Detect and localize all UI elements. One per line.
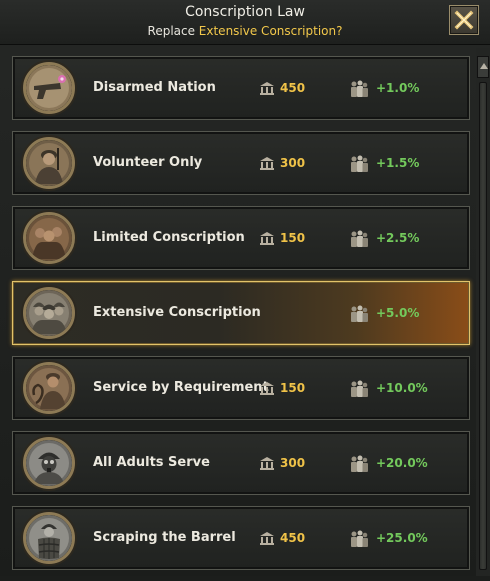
law-manpower-factor: +2.5%: [376, 231, 420, 245]
manpower-icon: [351, 305, 368, 322]
political-power-icon: [260, 532, 274, 545]
pistol-with-flower-icon: [23, 62, 75, 114]
conscription-law-window: Conscription Law Replace Extensive Consc…: [0, 0, 490, 576]
law-manpower-factor: +1.5%: [376, 156, 420, 170]
manpower-icon: [351, 80, 368, 97]
soldier-group-icon: [23, 212, 75, 264]
close-icon: [454, 10, 474, 30]
law-option-disarmed-nation[interactable]: Disarmed Nation 450 +1.0%: [12, 56, 470, 120]
political-power-icon: [260, 232, 274, 245]
scrollbar-thumb[interactable]: [479, 82, 487, 570]
law-manpower-factor: +5.0%: [376, 306, 420, 320]
manpower-icon: [351, 155, 368, 172]
scroll-up-button[interactable]: [477, 56, 489, 78]
law-manpower-factor: +25.0%: [376, 531, 428, 545]
law-manpower-factor: +10.0%: [376, 381, 428, 395]
law-option-service-by-requirement[interactable]: Service by Requirement 150 +10.0%: [12, 356, 470, 420]
law-cost: 150: [280, 231, 306, 245]
window-title: Conscription Law: [185, 4, 305, 20]
window-header: Conscription Law Replace Extensive Consc…: [0, 0, 490, 45]
gas-mask-soldier-icon: [23, 437, 75, 489]
law-option-all-adults-serve[interactable]: All Adults Serve 300 +20.0%: [12, 431, 470, 495]
volunteer-soldier-icon: [23, 137, 75, 189]
political-power-icon: [260, 157, 274, 170]
law-cost: 450: [280, 81, 306, 95]
law-name: All Adults Serve: [93, 455, 210, 470]
soldier-in-barrel-icon: [23, 512, 75, 564]
law-manpower-factor: +20.0%: [376, 456, 428, 470]
law-option-extensive-conscription[interactable]: Extensive Conscription +5.0%: [12, 281, 470, 345]
law-option-scraping-the-barrel[interactable]: Scraping the Barrel 450 +25.0%: [12, 506, 470, 570]
manpower-icon: [351, 530, 368, 547]
close-button[interactable]: [449, 5, 479, 35]
law-name: Disarmed Nation: [93, 80, 216, 95]
law-list: Disarmed Nation 450 +1.0% Volunteer Only…: [12, 56, 470, 581]
political-power-icon: [260, 457, 274, 470]
law-cost: 300: [280, 156, 306, 170]
subtitle-current-law: Extensive Conscription?: [198, 24, 343, 38]
law-name: Limited Conscription: [93, 230, 245, 245]
window-subtitle: Replace Extensive Conscription?: [0, 24, 490, 38]
law-option-volunteer-only[interactable]: Volunteer Only 300 +1.5%: [12, 131, 470, 195]
law-manpower-factor: +1.0%: [376, 81, 420, 95]
soldier-with-rope-icon: [23, 362, 75, 414]
political-power-icon: [260, 382, 274, 395]
subtitle-prefix: Replace: [147, 24, 199, 38]
law-option-limited-conscription[interactable]: Limited Conscription 150 +2.5%: [12, 206, 470, 270]
law-name: Scraping the Barrel: [93, 530, 236, 545]
law-name: Volunteer Only: [93, 155, 203, 170]
law-name: Service by Requirement: [93, 380, 269, 395]
law-cost: 150: [280, 381, 306, 395]
manpower-icon: [351, 230, 368, 247]
law-name: Extensive Conscription: [93, 305, 261, 320]
helmeted-soldiers-icon: [23, 287, 75, 339]
law-cost: 300: [280, 456, 306, 470]
law-cost: 450: [280, 531, 306, 545]
political-power-icon: [260, 82, 274, 95]
manpower-icon: [351, 380, 368, 397]
manpower-icon: [351, 455, 368, 472]
